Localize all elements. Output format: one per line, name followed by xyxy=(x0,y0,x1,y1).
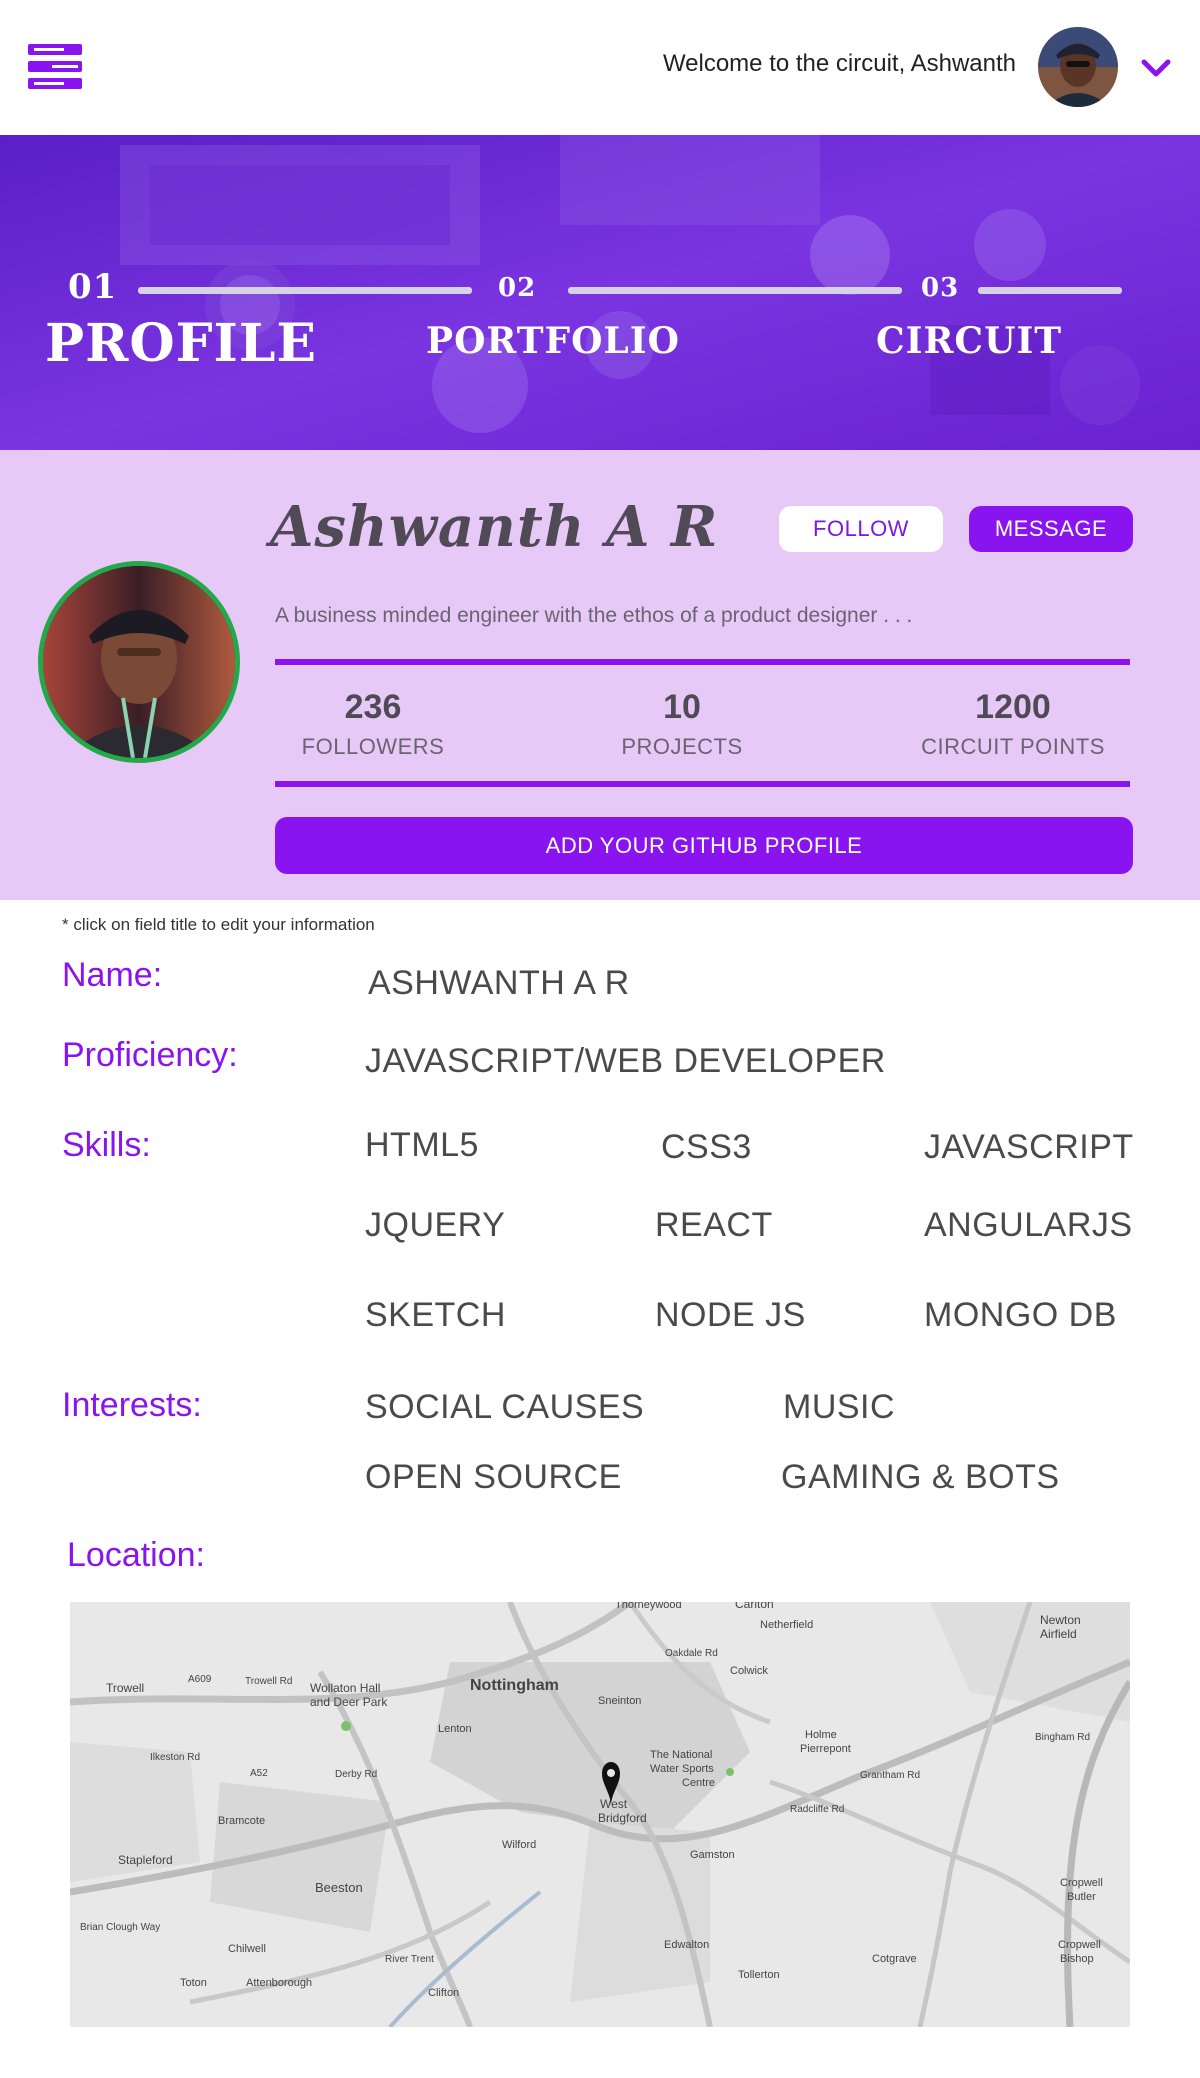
divider xyxy=(275,781,1130,787)
interest-item: SOCIAL CAUSES xyxy=(365,1388,645,1426)
svg-text:Cotgrave: Cotgrave xyxy=(872,1953,917,1965)
svg-text:Brian Clough Way: Brian Clough Way xyxy=(80,1922,160,1933)
svg-text:and Deer Park: and Deer Park xyxy=(310,1695,388,1709)
name-field-title[interactable]: Name: xyxy=(62,956,162,995)
step-number-portfolio: 02 xyxy=(498,273,537,303)
svg-text:A52: A52 xyxy=(250,1768,268,1779)
svg-text:Chilwell: Chilwell xyxy=(228,1943,266,1955)
step-label-circuit[interactable]: CIRCUIT xyxy=(876,320,1062,362)
skill-item: SKETCH xyxy=(365,1296,506,1334)
svg-text:Bridgford: Bridgford xyxy=(598,1811,647,1825)
svg-text:Butler: Butler xyxy=(1067,1891,1096,1903)
svg-text:Netherfield: Netherfield xyxy=(760,1619,813,1631)
step-progress-line xyxy=(568,287,902,294)
svg-text:Bishop: Bishop xyxy=(1060,1953,1094,1965)
svg-text:Edwalton: Edwalton xyxy=(664,1939,709,1951)
skill-item: NODE JS xyxy=(655,1296,806,1334)
svg-text:Stapleford: Stapleford xyxy=(118,1853,173,1867)
svg-text:Sneinton: Sneinton xyxy=(598,1695,641,1707)
interest-item: GAMING & BOTS xyxy=(781,1458,1060,1496)
step-number-circuit: 03 xyxy=(921,273,960,303)
divider xyxy=(275,659,1130,665)
profile-avatar xyxy=(38,561,240,763)
svg-text:The National: The National xyxy=(650,1749,712,1761)
svg-text:Derby Rd: Derby Rd xyxy=(335,1769,377,1780)
svg-text:Clifton: Clifton xyxy=(428,1987,459,1999)
svg-text:Water Sports: Water Sports xyxy=(650,1763,714,1775)
profile-name: Ashwanth A R xyxy=(270,494,719,560)
progress-hero: 01 PROFILE 02 PORTFOLIO 03 CIRCUIT xyxy=(0,135,1200,450)
svg-text:West: West xyxy=(600,1797,628,1811)
svg-text:Nottingham: Nottingham xyxy=(470,1677,559,1694)
projects-count: 10 xyxy=(663,688,701,726)
skill-item: REACT xyxy=(655,1206,773,1244)
interest-item: OPEN SOURCE xyxy=(365,1458,622,1496)
svg-text:Beeston: Beeston xyxy=(315,1880,363,1895)
svg-text:Trowell: Trowell xyxy=(106,1681,144,1695)
projects-label: PROJECTS xyxy=(621,734,743,759)
add-github-profile-button[interactable]: ADD YOUR GITHUB PROFILE xyxy=(275,817,1133,874)
name-value: ASHWANTH A R xyxy=(368,964,630,1002)
followers-count: 236 xyxy=(344,688,402,726)
follow-button[interactable]: FOLLOW xyxy=(779,506,943,552)
svg-text:Lenton: Lenton xyxy=(438,1723,472,1735)
svg-text:Newton: Newton xyxy=(1040,1613,1081,1627)
step-progress-line xyxy=(138,287,472,294)
svg-text:Thorneywood: Thorneywood xyxy=(615,1602,682,1611)
followers-label: FOLLOWERS xyxy=(301,734,445,759)
message-button[interactable]: MESSAGE xyxy=(969,506,1133,552)
edit-hint: * click on field title to edit your info… xyxy=(62,915,375,934)
svg-text:Ilkeston Rd: Ilkeston Rd xyxy=(150,1752,200,1763)
skill-item: JQUERY xyxy=(365,1206,506,1244)
svg-text:Centre: Centre xyxy=(682,1777,715,1789)
svg-text:Pierrepont: Pierrepont xyxy=(800,1743,851,1755)
proficiency-field-title[interactable]: Proficiency: xyxy=(62,1036,238,1075)
circuit-points-count: 1200 xyxy=(975,688,1051,726)
skill-item: MONGO DB xyxy=(924,1296,1117,1334)
interests-field-title[interactable]: Interests: xyxy=(62,1386,202,1425)
svg-text:Tollerton: Tollerton xyxy=(738,1969,780,1981)
svg-text:Trowell Rd: Trowell Rd xyxy=(245,1676,292,1687)
svg-text:A609: A609 xyxy=(188,1674,212,1685)
svg-text:Gamston: Gamston xyxy=(690,1849,735,1861)
step-label-profile[interactable]: PROFILE xyxy=(45,313,317,374)
profile-bio: A business minded engineer with the etho… xyxy=(275,604,913,627)
skill-item: JAVASCRIPT xyxy=(924,1128,1134,1166)
chevron-down-icon[interactable] xyxy=(1140,56,1172,80)
svg-text:Colwick: Colwick xyxy=(730,1665,768,1677)
proficiency-value: JAVASCRIPT/WEB DEVELOPER xyxy=(365,1042,886,1080)
svg-text:Grantham Rd: Grantham Rd xyxy=(860,1770,920,1781)
svg-text:River Trent: River Trent xyxy=(385,1954,434,1965)
skill-item: HTML5 xyxy=(365,1126,479,1164)
hamburger-menu-icon[interactable] xyxy=(28,44,82,92)
svg-text:Attenborough: Attenborough xyxy=(246,1977,312,1989)
top-bar: Welcome to the circuit, Ashwanth xyxy=(0,0,1200,135)
svg-text:Oakdale Rd: Oakdale Rd xyxy=(665,1648,718,1659)
svg-text:Wollaton Hall: Wollaton Hall xyxy=(310,1681,380,1695)
skill-item: CSS3 xyxy=(661,1128,752,1166)
svg-text:Bramcote: Bramcote xyxy=(218,1815,265,1827)
svg-text:Cropwell: Cropwell xyxy=(1058,1939,1101,1951)
step-label-portfolio[interactable]: PORTFOLIO xyxy=(426,320,680,362)
interest-item: MUSIC xyxy=(783,1388,896,1426)
skills-field-title[interactable]: Skills: xyxy=(62,1126,151,1165)
svg-text:Holme: Holme xyxy=(805,1729,837,1741)
svg-text:Bingham Rd: Bingham Rd xyxy=(1035,1732,1090,1743)
svg-text:Toton: Toton xyxy=(180,1977,207,1989)
step-progress-line xyxy=(978,287,1122,294)
location-map[interactable]: Thorneywood Carlton Netherfield Newton A… xyxy=(70,1602,1130,2027)
svg-text:Wilford: Wilford xyxy=(502,1839,536,1851)
step-number-profile: 01 xyxy=(68,267,118,307)
svg-text:Airfield: Airfield xyxy=(1040,1627,1077,1641)
location-field-title[interactable]: Location: xyxy=(67,1536,205,1575)
circuit-points-label: CIRCUIT POINTS xyxy=(921,734,1105,759)
skill-item: ANGULARJS xyxy=(924,1206,1133,1244)
welcome-message: Welcome to the circuit, Ashwanth xyxy=(662,50,1016,77)
svg-text:Radcliffe Rd: Radcliffe Rd xyxy=(790,1804,844,1815)
user-avatar[interactable] xyxy=(1038,27,1118,107)
svg-text:Cropwell: Cropwell xyxy=(1060,1877,1103,1889)
svg-text:Carlton: Carlton xyxy=(735,1602,774,1611)
